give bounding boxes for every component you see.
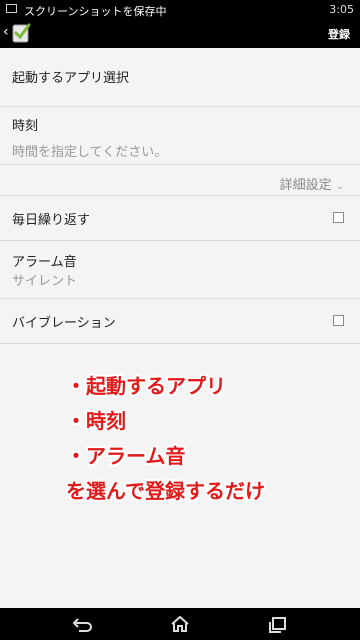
register-button[interactable]: 登録 <box>328 26 350 42</box>
time-label: 時刻 <box>12 119 39 134</box>
back-chevron-icon[interactable]: ‹ <box>3 24 9 40</box>
screenshot-icon <box>6 4 17 13</box>
vibration-row[interactable]: バイブレーション <box>0 299 360 343</box>
advanced-settings-label: 詳細設定 <box>279 178 332 193</box>
app-logo-icon[interactable] <box>10 21 32 45</box>
app-select-label: 起動するアプリ選択 <box>12 71 130 86</box>
back-icon[interactable] <box>70 614 94 634</box>
recent-apps-icon[interactable] <box>266 614 290 634</box>
app-select-row[interactable]: 起動するアプリ選択 <box>0 48 360 106</box>
time-row[interactable]: 時刻 時間を指定してください。 <box>0 107 360 165</box>
alarm-sound-label: アラーム音 <box>12 255 77 270</box>
advanced-settings-toggle[interactable]: 詳細設定 ⌄ <box>280 174 344 193</box>
repeat-row[interactable]: 毎日繰り返す <box>0 196 360 240</box>
repeat-checkbox[interactable] <box>333 212 344 223</box>
navigation-bar <box>0 608 360 640</box>
status-bar: スクリーンショットを保存中 3:05 <box>0 0 360 18</box>
content: 起動するアプリ選択 時刻 時間を指定してください。 詳細設定 ⌄ 毎日繰り返す ア… <box>0 48 360 608</box>
time-input[interactable]: 時間を指定してください。 <box>12 141 167 160</box>
home-icon[interactable] <box>168 614 192 634</box>
status-time: 3:05 <box>329 3 354 16</box>
divider <box>0 343 360 344</box>
annotation-line: ・起動するアプリ <box>66 374 226 398</box>
annotation-line: ・アラーム音 <box>66 444 186 468</box>
annotation-line: ・時刻 <box>66 409 126 433</box>
divider <box>0 164 360 165</box>
vibration-checkbox[interactable] <box>333 315 344 326</box>
action-bar: ‹ 登録 <box>0 18 360 48</box>
chevron-down-icon: ⌄ <box>335 181 344 192</box>
status-title: スクリーンショットを保存中 <box>24 5 167 18</box>
vibration-label: バイブレーション <box>12 316 116 331</box>
repeat-label: 毎日繰り返す <box>12 213 91 228</box>
alarm-sound-row[interactable]: アラーム音 サイレント <box>0 241 360 298</box>
alarm-sound-value: サイレント <box>12 274 78 289</box>
annotation-line: を選んで登録するだけ <box>66 479 265 503</box>
